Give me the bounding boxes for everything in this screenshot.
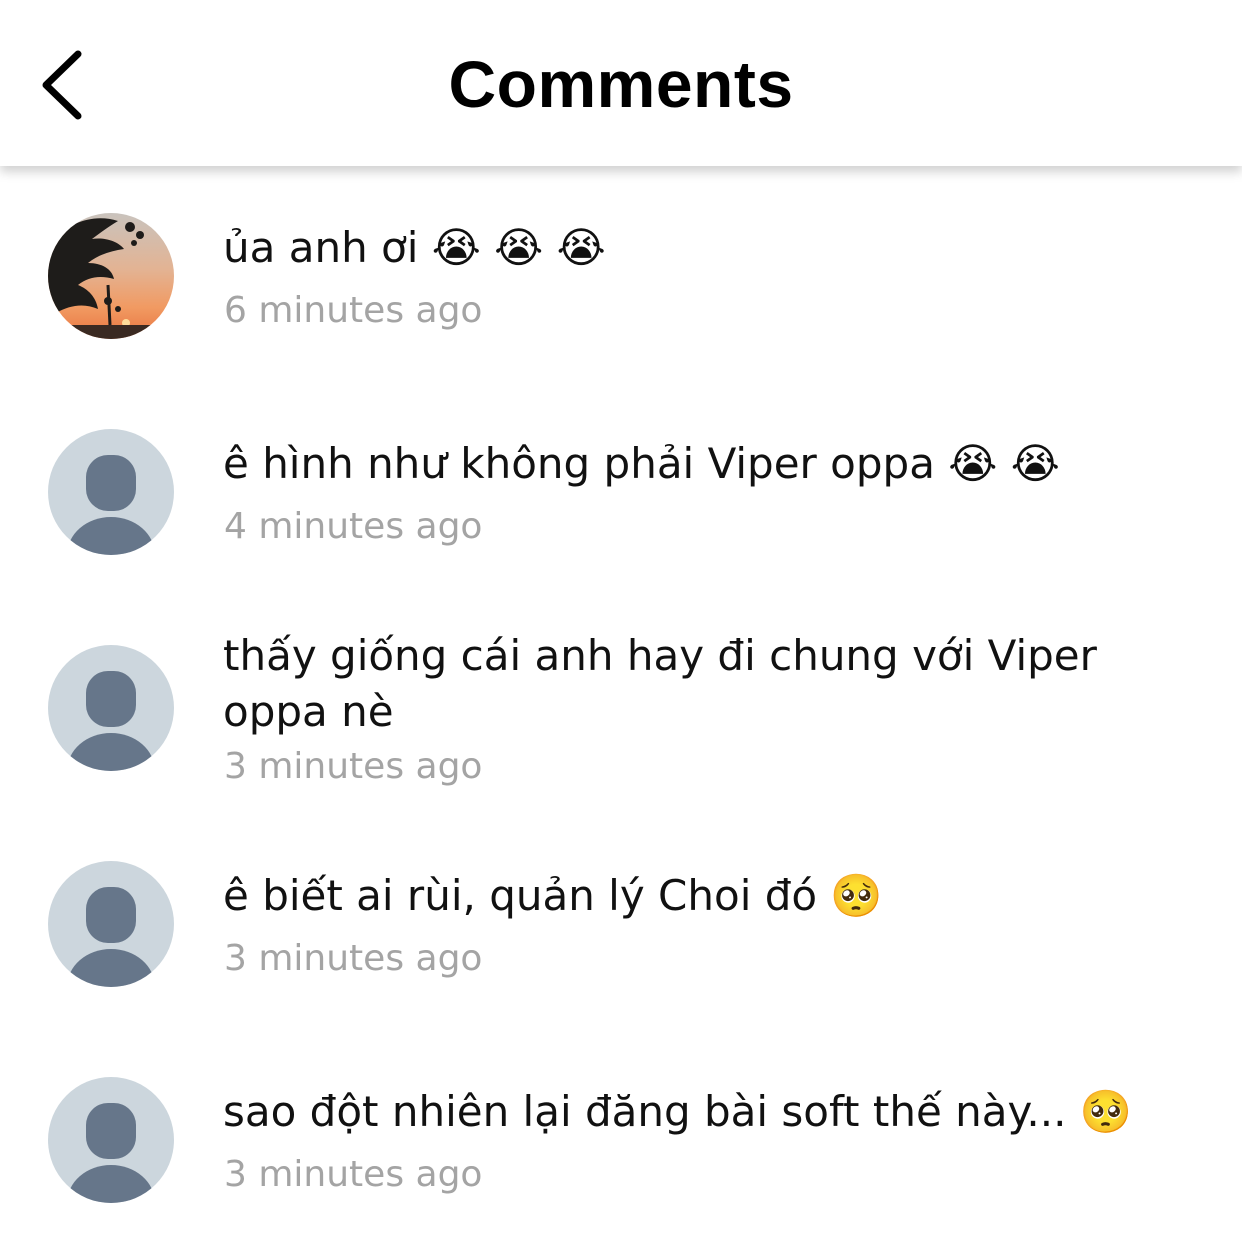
comment-timestamp: 3 minutes ago <box>224 1154 483 1195</box>
comment-timestamp: 4 minutes ago <box>224 506 483 547</box>
comment-text: sao đột nhiên lại đăng bài soft thế này.… <box>223 1087 1133 1136</box>
comment-timestamp: 3 minutes ago <box>224 746 483 787</box>
default-person-avatar <box>48 1077 174 1203</box>
avatar[interactable] <box>48 429 174 555</box>
avatar[interactable] <box>48 861 174 987</box>
avatar[interactable] <box>48 1077 174 1203</box>
comment-timestamp: 3 minutes ago <box>224 938 483 979</box>
comment-text: ê hình như không phải Viper oppa 😭 😭 <box>223 439 1060 488</box>
default-person-avatar <box>48 861 174 987</box>
comment-text: thấy giống cái anh hay đi chung với Vipe… <box>223 631 1097 736</box>
page-title: Comments <box>448 47 794 121</box>
default-person-avatar <box>48 429 174 555</box>
avatar[interactable] <box>48 213 174 339</box>
default-person-avatar <box>48 645 174 771</box>
header-bar: Comments <box>0 0 1242 166</box>
avatar[interactable] <box>48 645 174 771</box>
comment-text: ê biết ai rùi, quản lý Choi đó 🥺 <box>223 871 883 920</box>
comment-text: ủa anh ơi 😭 😭 😭 <box>223 223 606 272</box>
comment-timestamp: 6 minutes ago <box>224 290 483 331</box>
sunset-photo-avatar <box>48 213 174 339</box>
